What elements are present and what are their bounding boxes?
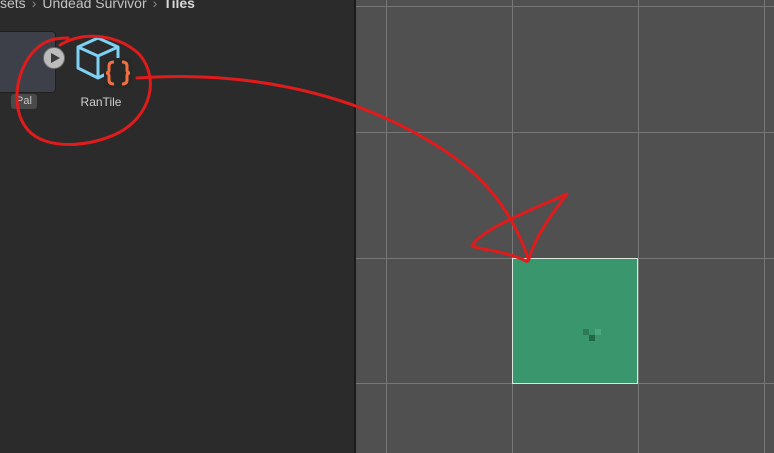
play-icon (51, 53, 60, 63)
placed-tile[interactable] (512, 258, 638, 384)
rantile-asset-icon[interactable] (76, 36, 136, 88)
chevron-right-icon: › (152, 0, 158, 11)
breadcrumb-item-tiles[interactable]: Tiles (163, 0, 195, 12)
breadcrumb-item-assets[interactable]: sets (0, 0, 26, 12)
tile-pixel (589, 335, 595, 341)
scene-view[interactable] (354, 0, 774, 453)
palette-asset-label: Pal (11, 94, 37, 109)
grid-line (356, 132, 774, 133)
breadcrumb: sets › Undead Survivor › Tiles (0, 0, 354, 12)
grid-line (386, 0, 387, 453)
chevron-right-icon: › (31, 0, 37, 11)
grid-line (764, 0, 765, 453)
expand-play-button[interactable] (43, 47, 65, 69)
grid-line (638, 0, 639, 453)
project-panel: sets › Undead Survivor › Tiles Pal RanTile (0, 0, 354, 453)
grid-line (512, 0, 513, 453)
script-braces-icon (104, 58, 132, 88)
breadcrumb-item-undead-survivor[interactable]: Undead Survivor (42, 0, 146, 12)
grid-line (356, 6, 774, 7)
tile-pixel (595, 329, 601, 335)
rantile-asset-label: RanTile (80, 95, 122, 109)
